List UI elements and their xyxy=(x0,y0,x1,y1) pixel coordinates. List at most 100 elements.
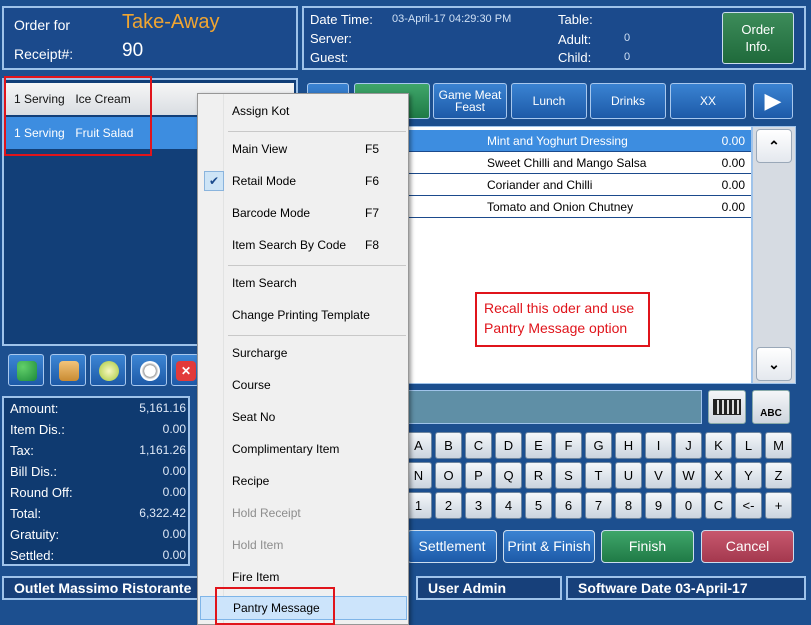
key-t[interactable]: T xyxy=(585,462,612,489)
key-6[interactable]: 6 xyxy=(555,492,582,519)
items-scrollbar[interactable]: ⌃ ⌄ xyxy=(752,126,796,384)
keyboard-button[interactable] xyxy=(708,390,746,424)
tag-icon xyxy=(99,361,119,381)
key-plus[interactable]: + xyxy=(765,492,792,519)
total-row-round-off: Round Off: 0.00 xyxy=(10,485,186,500)
cancel-button[interactable]: Cancel xyxy=(701,530,794,563)
category-next-button[interactable]: ▶ xyxy=(753,83,793,119)
menu-item-complimentary[interactable]: Complimentary Item xyxy=(200,437,407,461)
key-u[interactable]: U xyxy=(615,462,642,489)
key-v[interactable]: V xyxy=(645,462,672,489)
category-lunch[interactable]: Lunch xyxy=(511,83,587,119)
server-label: Server: xyxy=(310,31,352,46)
key-m[interactable]: M xyxy=(765,432,792,459)
key-k[interactable]: K xyxy=(705,432,732,459)
menu-item-change-printing-template[interactable]: Change Printing Template xyxy=(200,303,407,327)
scroll-up-button[interactable]: ⌃ xyxy=(756,129,792,163)
key-p[interactable]: P xyxy=(465,462,492,489)
total-row-tax: Tax: 1,161.26 xyxy=(10,443,186,458)
menu-item-surcharge[interactable]: Surcharge xyxy=(200,341,407,365)
menu-item-fire-item[interactable]: Fire Item xyxy=(200,565,407,589)
box-icon xyxy=(59,361,79,381)
key-backspace[interactable]: <- xyxy=(735,492,762,519)
chevron-up-icon: ⌃ xyxy=(768,138,780,154)
menu-item-item-search[interactable]: Item Search xyxy=(200,271,407,295)
tag-button[interactable] xyxy=(90,354,126,386)
key-4[interactable]: 4 xyxy=(495,492,522,519)
key-c[interactable]: C xyxy=(465,432,492,459)
key-2[interactable]: 2 xyxy=(435,492,462,519)
abc-keyboard-button[interactable]: ABC xyxy=(752,390,790,424)
menu-item-search-by-code[interactable]: Item Search By Code F8 xyxy=(200,233,407,257)
key-q[interactable]: Q xyxy=(495,462,522,489)
key-h[interactable]: H xyxy=(615,432,642,459)
menu-item-barcode-mode[interactable]: Barcode Mode F7 xyxy=(200,201,407,225)
guest-label: Guest: xyxy=(310,50,349,65)
key-9[interactable]: 9 xyxy=(645,492,672,519)
key-d[interactable]: D xyxy=(495,432,522,459)
child-value: 0 xyxy=(624,51,631,63)
category-drinks[interactable]: Drinks xyxy=(590,83,666,119)
key-z[interactable]: Z xyxy=(765,462,792,489)
order-info-button[interactable]: Order Info. xyxy=(722,12,794,64)
key-g[interactable]: G xyxy=(585,432,612,459)
key-5[interactable]: 5 xyxy=(525,492,552,519)
adult-value: 0 xyxy=(624,32,631,44)
menu-item-recipe[interactable]: Recipe xyxy=(200,469,407,493)
key-j[interactable]: J xyxy=(675,432,702,459)
key-1[interactable]: 1 xyxy=(405,492,432,519)
status-software-date: Software Date 03-April-17 xyxy=(566,576,806,600)
menu-separator xyxy=(228,131,406,132)
keyboard-icon xyxy=(713,399,741,415)
category-game-meat[interactable]: Game Meat Feast xyxy=(433,83,507,119)
key-a[interactable]: A xyxy=(405,432,432,459)
plate-icon xyxy=(140,361,160,381)
annotation-line-1: Recall this oder and use xyxy=(484,300,635,316)
category-xx[interactable]: XX xyxy=(670,83,746,119)
status-user: User Admin xyxy=(416,576,562,600)
key-8[interactable]: 8 xyxy=(615,492,642,519)
key-f[interactable]: F xyxy=(555,432,582,459)
key-i[interactable]: I xyxy=(645,432,672,459)
scroll-down-button[interactable]: ⌄ xyxy=(756,347,792,381)
key-y[interactable]: Y xyxy=(735,462,762,489)
delete-icon: ✕ xyxy=(176,361,196,381)
checkmark-icon: ✔ xyxy=(204,171,224,191)
print-finish-button[interactable]: Print & Finish xyxy=(503,530,595,563)
key-c[interactable]: C xyxy=(705,492,732,519)
box-button[interactable] xyxy=(50,354,86,386)
total-row-gratuity: Gratuity: 0.00 xyxy=(10,527,186,542)
order-type: Take-Away xyxy=(122,11,220,33)
menu-item-course[interactable]: Course xyxy=(200,373,407,397)
key-e[interactable]: E xyxy=(525,432,552,459)
settlement-button[interactable]: Settlement xyxy=(407,530,497,563)
key-w[interactable]: W xyxy=(675,462,702,489)
key-l[interactable]: L xyxy=(735,432,762,459)
finish-button[interactable]: Finish xyxy=(601,530,694,563)
key-r[interactable]: R xyxy=(525,462,552,489)
key-o[interactable]: O xyxy=(435,462,462,489)
total-row-amount: Amount: 5,161.16 xyxy=(10,401,186,416)
menu-item-assign-kot[interactable]: Assign Kot xyxy=(200,99,407,123)
order-header: Order for Take-Away Receipt#: 90 xyxy=(2,6,298,70)
menu-item-retail-mode[interactable]: ✔ Retail Mode F6 xyxy=(200,169,407,193)
menu-item-main-view[interactable]: Main View F5 xyxy=(200,137,407,161)
menu-item-seat-no[interactable]: Seat No xyxy=(200,405,407,429)
key-0[interactable]: 0 xyxy=(675,492,702,519)
key-n[interactable]: N xyxy=(405,462,432,489)
dine-button[interactable] xyxy=(131,354,167,386)
order-info-label-1: Order xyxy=(741,22,775,37)
modifier-button[interactable] xyxy=(8,354,44,386)
key-3[interactable]: 3 xyxy=(465,492,492,519)
key-s[interactable]: S xyxy=(555,462,582,489)
highlight-order-items xyxy=(4,76,152,156)
total-row-item-dis: Item Dis.: 0.00 xyxy=(10,422,186,437)
adult-label: Adult: xyxy=(558,32,592,47)
key-x[interactable]: X xyxy=(705,462,732,489)
delete-button[interactable]: ✕ xyxy=(171,354,199,386)
key-b[interactable]: B xyxy=(435,432,462,459)
cubes-icon xyxy=(17,361,37,381)
highlight-pantry-message xyxy=(215,587,335,625)
receipt-label: Receipt#: xyxy=(14,46,74,62)
key-7[interactable]: 7 xyxy=(585,492,612,519)
